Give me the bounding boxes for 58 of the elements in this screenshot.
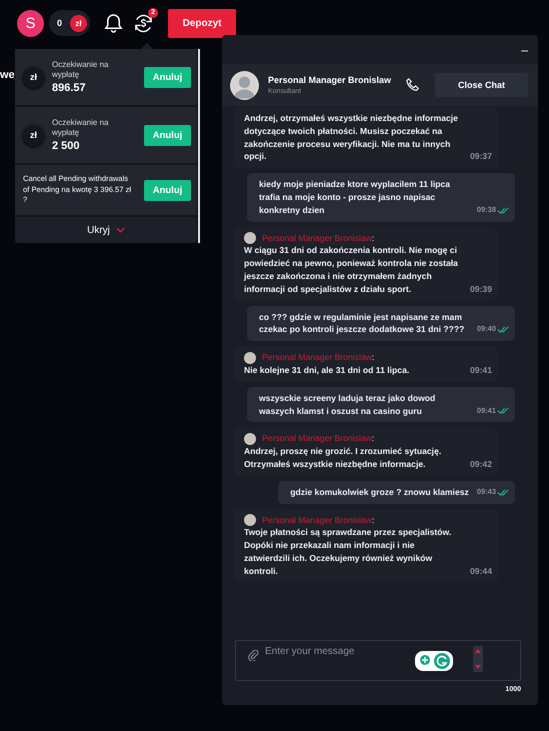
message-text: gdzie komukolwiek groze ? znowu klamiesz (290, 486, 469, 499)
paperclip-icon[interactable] (248, 650, 259, 661)
sender-name: Personal Manager Bronislaw (262, 232, 372, 244)
chevron-down-icon (116, 227, 125, 233)
user-avatar[interactable]: S (17, 10, 44, 36)
scroll-arrows-icon[interactable] (473, 646, 483, 672)
sender-colon: : (372, 514, 374, 526)
coin-icon: zł (23, 124, 44, 146)
dollar-refresh-icon[interactable] (133, 12, 154, 34)
bell-icon[interactable] (104, 12, 124, 34)
cancel-button[interactable]: Anuluj (144, 124, 191, 146)
withdrawal-status: Oczekiwanie na wypłatę (52, 60, 110, 80)
message-text: co ??? gdzie w regulaminie jest napisane ze mam czekac po kontroli jeszcze dodatkowe 31 dni ???? (259, 310, 466, 336)
agent-avatar (244, 232, 256, 244)
coin-icon: zł (23, 66, 44, 88)
agent-avatar (244, 352, 256, 364)
withdrawal-amount: 2 500 (52, 140, 81, 152)
message-time: 09:39 (470, 282, 492, 296)
writing-assistant-icon[interactable] (415, 651, 453, 671)
double-check-icon (497, 326, 509, 334)
message-text: kiedy moje pieniadze ktore wyplacilem 11 lipca trafia na moje konto - prosze jasno napisac konkretny dzien (259, 178, 452, 217)
balance-amount: 0 (57, 18, 62, 28)
withdrawal-status: Oczekiwanie na wypłatę (52, 118, 110, 138)
agent-avatar (244, 514, 256, 526)
withdrawal-amount: 896.57 (52, 82, 87, 94)
message-text: W ciągu 31 dni od zakończenia kontroli. Nie mogę ci powiedzieć na pewno, ponieważ kontrola nie została jeszcze zakończona i nie otrzymałem żadnych informacji od specjalistów z działu sport. (244, 244, 459, 296)
message-text: Andrzej, otrzymałeś wszystkie niezbędne informacje dotyczące twoich płatności. Musisz poczekać na zakończenie procesu weryfikacji. Nie ma tu innych opcji. (244, 112, 459, 164)
sender-colon: : (372, 351, 374, 364)
double-check-icon (497, 407, 509, 414)
agent-avatar (244, 432, 256, 445)
message-time: 09:44 (470, 564, 492, 578)
cancel-all-button[interactable]: Anuluj (144, 180, 191, 200)
hide-link[interactable]: Ukryj (15, 217, 197, 243)
cancel-button[interactable]: Anuluj (144, 66, 191, 88)
agent-name: Personal Manager Bronislaw (268, 75, 392, 85)
deposit-button[interactable]: Depozyt (168, 8, 236, 38)
message-time: 09:42 (470, 458, 492, 471)
phone-icon[interactable] (406, 78, 420, 92)
sender-name: Personal Manager Bronislaw (262, 432, 372, 446)
message-input-field[interactable]: Enter your message (265, 646, 405, 657)
side-text: we (0, 69, 15, 81)
message-text: wszysckie screeny laduja teraz jako dowod waszych klamst i oszust na casino guru (259, 392, 436, 418)
message-time: 09:37 (470, 150, 492, 164)
sender-colon: : (372, 232, 374, 244)
close-chat-button[interactable]: Close Chat (435, 73, 528, 97)
sender-name: Personal Manager Bronislaw (262, 514, 372, 526)
message-time: 09:41 (470, 364, 492, 377)
message-text: Twoje płatności są sprawdzane przez specjalistów. Dopóki nie przekazali nam informacji i nie zatwierdzili ich. Oczekujemy również wyników kontroli. (244, 526, 452, 578)
double-check-icon (497, 206, 509, 214)
currency-badge: zł (70, 14, 88, 32)
sender-name: Personal Manager Bronislaw (262, 351, 372, 364)
message-text: Nie kolejne 31 dni, ale 31 dni od 11 lipca. (244, 364, 410, 377)
agent-avatar (230, 70, 259, 100)
double-check-icon (497, 488, 509, 496)
message-text: Andrzej, proszę nie grozić. I zrozumieć sytuację. Otrzymałeś wszystkie niezbędne informacje. (244, 445, 442, 471)
minimize-button[interactable]: – (521, 42, 528, 56)
sender-colon: : (372, 432, 374, 446)
balance-pill[interactable]: 0 zł (49, 10, 90, 36)
